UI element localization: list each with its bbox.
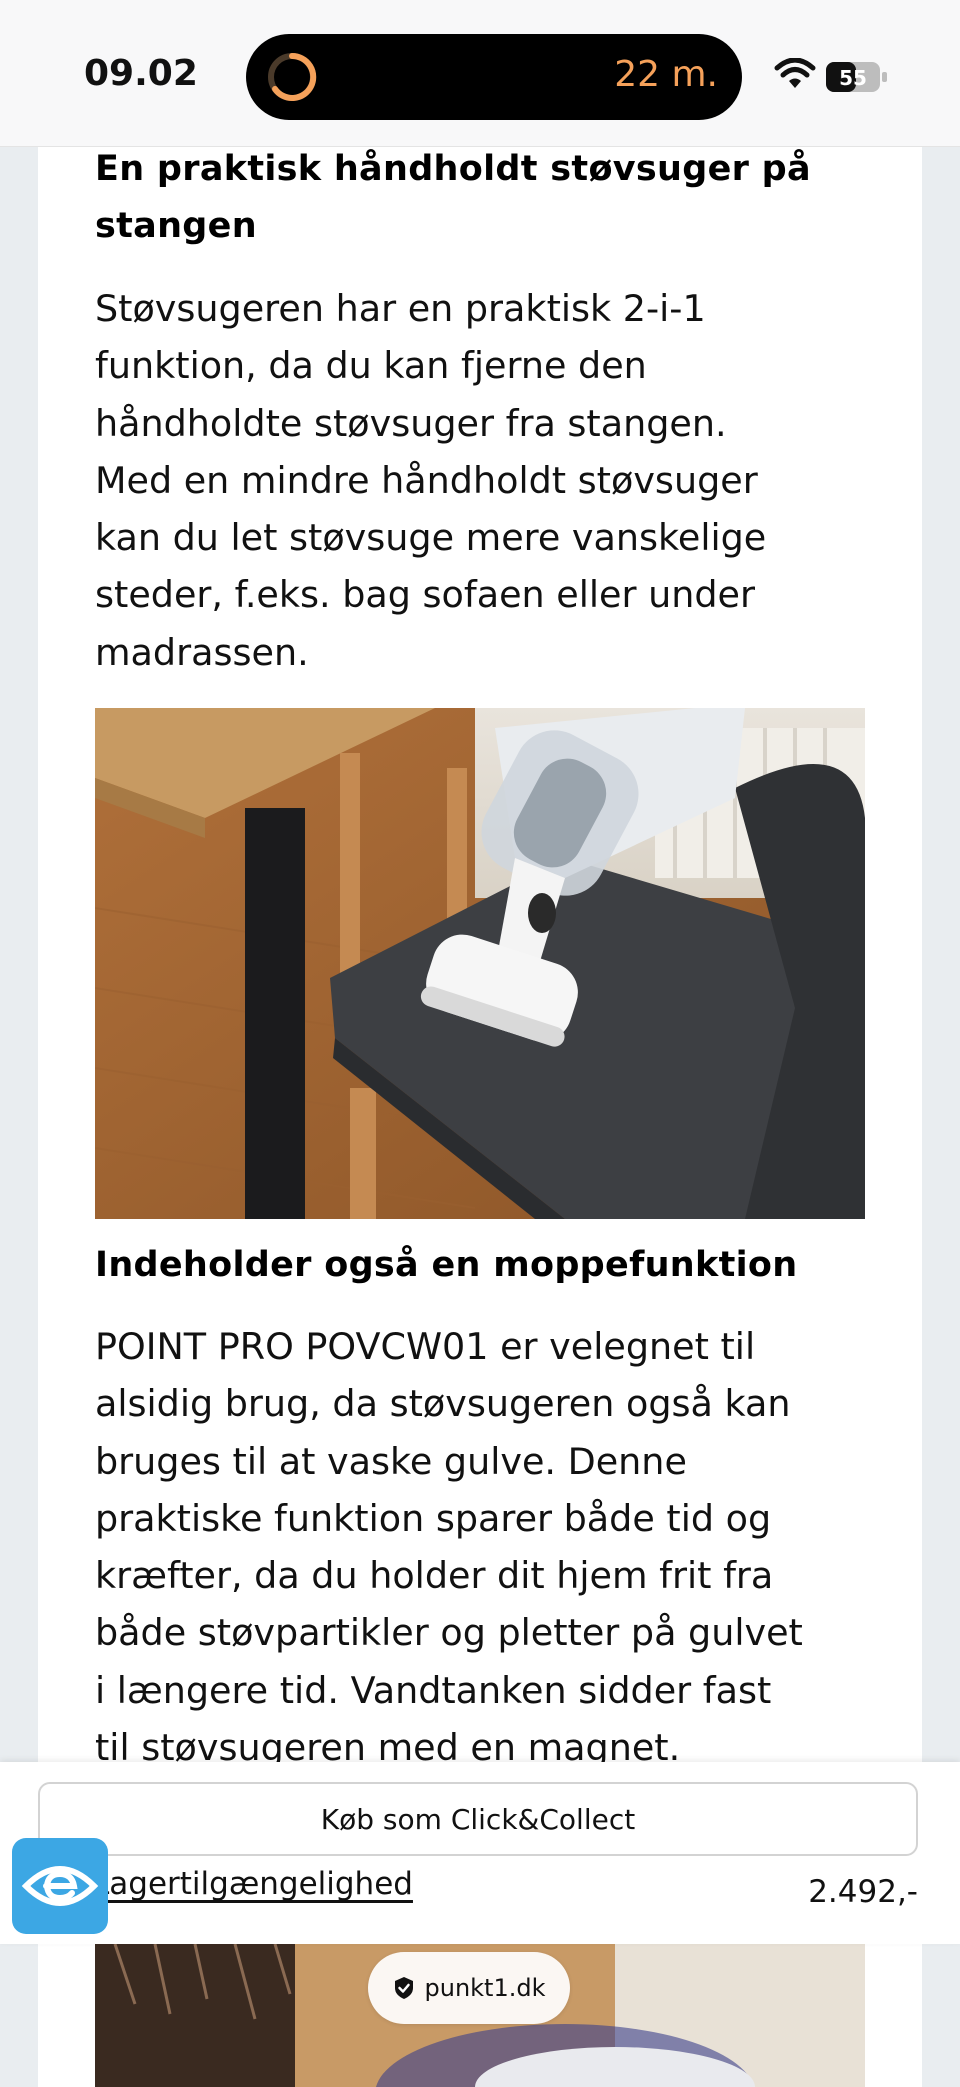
product-price: 2.492,- <box>808 1874 918 1910</box>
browser-domain: punkt1.dk <box>424 1974 546 2002</box>
accessibility-button[interactable] <box>12 1838 108 1934</box>
section-paragraph-mop: POINT PRO POVCW01 er velegnet til alsidi… <box>95 1325 803 1770</box>
shield-check-icon <box>394 1977 413 1999</box>
section-heading-handheld: En praktisk håndholdt støvsuger på stang… <box>95 141 811 255</box>
stock-availability-link[interactable]: Lagertilgængelighed <box>92 1866 413 1902</box>
purchase-bar: Køb som Click&Collect Lagertilgængelighe… <box>0 1762 960 1944</box>
heading-line-1: En praktisk håndholdt støvsuger på <box>95 149 811 189</box>
heading-line-2: stangen <box>95 206 257 246</box>
browser-address-pill[interactable]: punkt1.dk <box>368 1952 570 2024</box>
timer-ring-icon <box>268 52 317 101</box>
section-paragraph-handheld: Støvsugeren har en praktisk 2-i-1 funkti… <box>95 287 767 674</box>
product-photo-handheld <box>95 708 865 1219</box>
status-bar: 09.02 22 m. 55 <box>0 0 960 147</box>
status-time: 09.02 <box>84 53 198 94</box>
click-collect-button[interactable]: Køb som Click&Collect <box>38 1782 918 1856</box>
section-heading-mop: Indeholder også en moppefunktion <box>95 1245 798 1285</box>
activity-timer: 22 m. <box>614 54 718 95</box>
wifi-icon <box>774 58 816 88</box>
dynamic-island[interactable]: 22 m. <box>246 34 742 120</box>
eye-icon <box>21 1866 99 1906</box>
battery-icon: 55 <box>826 62 887 92</box>
battery-level: 55 <box>839 66 867 90</box>
